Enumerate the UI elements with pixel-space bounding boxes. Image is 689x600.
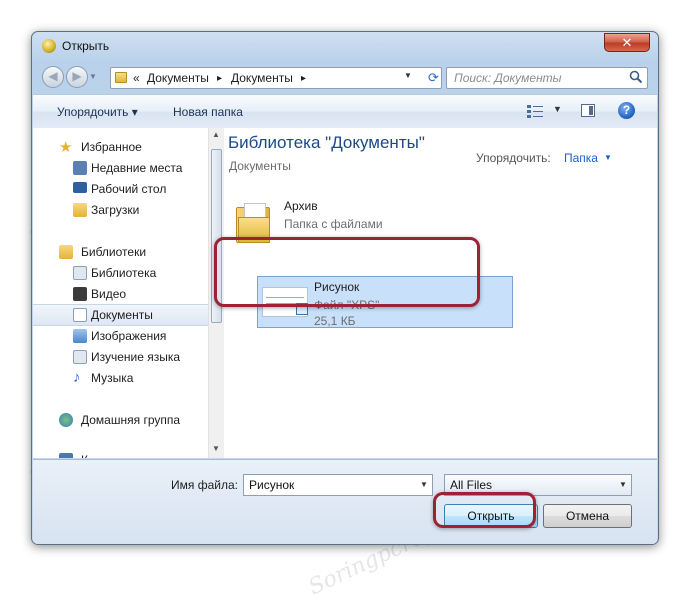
scroll-down-icon[interactable]: ▼ [212,444,220,453]
dialog-footer: Имя файла: Рисунок ▼ All Files ▼ Открыть… [33,459,657,544]
language-icon [73,350,87,364]
library-icon [73,266,87,280]
preview-pane-icon[interactable] [581,104,595,117]
music-icon: ♪ [73,369,81,386]
file-type-dropdown-icon[interactable]: ▼ [619,480,627,489]
sidebar-item-label: К [81,453,88,458]
view-dropdown-icon[interactable]: ▼ [553,104,562,114]
sidebar-item-documents[interactable]: Документы [33,304,208,326]
sidebar-item-computer[interactable]: К [33,450,208,458]
video-icon [73,287,87,301]
sidebar-item-recent-places[interactable]: Недавние места [33,158,208,179]
sidebar-item-label: Документы [91,308,153,322]
sidebar-item-favorites[interactable]: ★ Избранное [33,137,208,158]
file-type: Папка с файлами [284,217,383,231]
close-button[interactable]: ✕ [604,33,650,52]
desktop-icon [73,182,87,193]
folder-icon [115,72,127,83]
arrange-dropdown-icon[interactable]: ▼ [604,153,612,162]
sidebar-item-language-study[interactable]: Изучение языка [33,347,208,368]
file-size: 25,1 КБ [314,314,356,328]
address-bar[interactable]: « Документы ▸ Документы ▸ ▼ ⟳ [110,67,442,89]
sidebar-item-label: Библиотека [91,266,157,280]
forward-button[interactable]: ▶ [66,66,88,88]
sidebar-item-label: Библиотеки [81,245,147,259]
star-icon: ★ [59,139,73,156]
filename-dropdown-icon[interactable]: ▼ [420,480,428,489]
scroll-up-icon[interactable]: ▲ [212,130,220,139]
help-icon[interactable]: ? [618,102,635,119]
sidebar-item-label: Изучение языка [91,350,181,364]
file-name: Архив [284,199,318,213]
homegroup-icon [59,413,73,427]
arrange-by-label: Упорядочить: [476,151,551,165]
file-type-value: All Files [450,478,493,492]
cancel-button[interactable]: Отмена [543,504,632,528]
breadcrumb-overflow[interactable]: « [133,71,140,85]
sidebar-item-label: Видео [91,287,127,301]
filename-value: Рисунок [249,478,295,492]
app-icon [42,39,56,53]
navigation-pane: ★ Избранное Недавние места Рабочий стол … [33,128,209,458]
breadcrumb-separator-icon[interactable]: ▸ [301,73,306,84]
sidebar-item-label: Музыка [91,371,134,385]
filename-label: Имя файла: [171,478,238,492]
library-subtitle: Документы [229,159,291,173]
breadcrumb-documents-1[interactable]: Документы [147,71,209,85]
documents-icon [73,308,87,322]
back-button[interactable]: ◀ [42,66,64,88]
sidebar-item-label: Недавние места [91,161,183,175]
sidebar-item-pictures[interactable]: Изображения [33,326,208,347]
library-title: Библиотека "Документы" [228,133,425,152]
change-view-icon[interactable] [527,104,543,118]
window-title: Открыть [62,39,110,53]
breadcrumb-separator-icon[interactable]: ▸ [217,73,222,84]
address-dropdown-icon[interactable]: ▼ [404,71,412,80]
downloads-icon [73,203,87,217]
history-dropdown-icon[interactable]: ▼ [89,72,99,82]
arrange-by-dropdown[interactable]: Папка [564,151,598,165]
sidebar-item-desktop[interactable]: Рабочий стол [33,179,208,200]
sidebar-item-label: Рабочий стол [91,182,167,196]
new-folder-button[interactable]: Новая папка [173,105,243,119]
refresh-icon[interactable]: ⟳ [426,70,441,86]
computer-icon [59,453,73,458]
search-placeholder: Поиск: Документы [454,71,562,85]
sidebar-item-library[interactable]: Библиотека [33,263,208,284]
sidebar-item-label: Загрузки [91,203,140,217]
open-button-highlight-annotation [433,492,536,528]
sidebar-item-homegroup[interactable]: Домашняя группа [33,410,208,431]
recent-places-icon [73,161,87,175]
organize-button[interactable]: Упорядочить ▾ [57,105,138,119]
sidebar-item-video[interactable]: Видео [33,284,208,305]
pictures-icon [73,329,87,343]
search-icon[interactable] [629,70,643,84]
sidebar-item-downloads[interactable]: Загрузки [33,200,208,221]
libraries-icon [59,245,73,259]
sidebar-item-libraries[interactable]: Библиотеки [33,242,208,263]
search-input[interactable]: Поиск: Документы [446,67,648,89]
command-bar: Упорядочить ▾ Новая папка ▼ ? [33,94,657,129]
sidebar-item-music[interactable]: ♪ Музыка [33,368,208,389]
filename-input[interactable]: Рисунок ▼ [243,474,433,496]
sidebar-item-label: Изображения [91,329,167,343]
file-highlight-annotation [214,237,480,307]
sidebar-item-label: Избранное [81,140,142,154]
sidebar-item-label: Домашняя группа [81,413,181,427]
breadcrumb-documents-2[interactable]: Документы [231,71,293,85]
